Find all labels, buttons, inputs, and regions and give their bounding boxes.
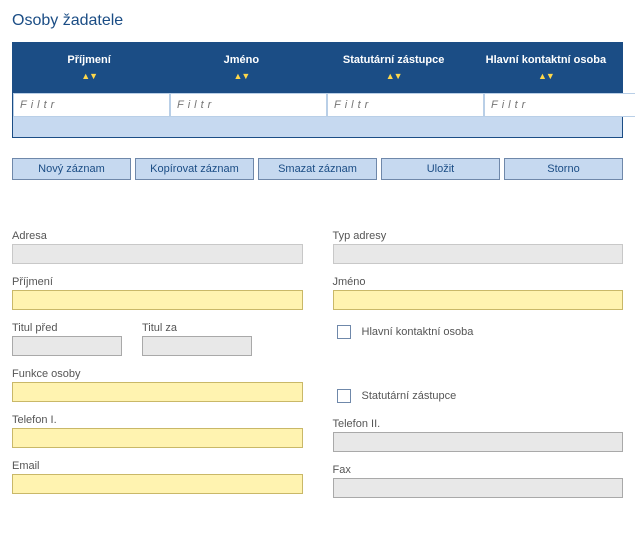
field-telefon2: Telefon II. bbox=[333, 418, 624, 452]
column-header-kontakt[interactable]: Hlavní kontaktní osoba ▲▼ bbox=[470, 43, 622, 93]
copy-record-button[interactable]: Kopírovat záznam bbox=[135, 158, 254, 180]
spacer bbox=[333, 354, 624, 380]
column-label: Jméno bbox=[224, 54, 259, 66]
column-label: Příjmení bbox=[67, 54, 110, 66]
checkbox-hlavni-kontakt[interactable] bbox=[337, 325, 351, 339]
sort-icons[interactable]: ▲▼ bbox=[324, 71, 464, 83]
sort-icons[interactable]: ▲▼ bbox=[171, 71, 311, 83]
data-grid: Příjmení ▲▼ Jméno ▲▼ Statutární zástupce… bbox=[12, 42, 623, 138]
field-titul-za: Titul za bbox=[142, 322, 252, 356]
label-fax: Fax bbox=[333, 464, 624, 476]
filter-input-statutarni[interactable] bbox=[327, 93, 484, 117]
field-telefon1: Telefon I. bbox=[12, 414, 303, 448]
input-titul-pred[interactable] bbox=[12, 336, 122, 356]
delete-record-button[interactable]: Smazat záznam bbox=[258, 158, 377, 180]
field-adresa: Adresa bbox=[12, 230, 303, 264]
label-email: Email bbox=[12, 460, 303, 472]
grid-empty-row bbox=[13, 117, 622, 137]
field-email: Email bbox=[12, 460, 303, 494]
input-prijmeni[interactable] bbox=[12, 290, 303, 310]
page-title: Osoby žadatele bbox=[12, 12, 623, 30]
input-telefon2[interactable] bbox=[333, 432, 624, 452]
label-typ-adresy: Typ adresy bbox=[333, 230, 624, 242]
sort-icons[interactable]: ▲▼ bbox=[19, 71, 159, 83]
input-jmeno[interactable] bbox=[333, 290, 624, 310]
filter-input-jmeno[interactable] bbox=[170, 93, 327, 117]
input-funkce-osoby[interactable] bbox=[12, 382, 303, 402]
label-adresa: Adresa bbox=[12, 230, 303, 242]
input-adresa bbox=[12, 244, 303, 264]
sort-icons[interactable]: ▲▼ bbox=[476, 71, 616, 83]
field-jmeno: Jméno bbox=[333, 276, 624, 310]
form-left-column: Adresa Příjmení Titul před Titul za Funk… bbox=[12, 230, 303, 510]
new-record-button[interactable]: Nový záznam bbox=[12, 158, 131, 180]
cancel-button[interactable]: Storno bbox=[504, 158, 623, 180]
field-statutarni-zastupce: Statutární zástupce bbox=[333, 386, 624, 406]
label-prijmeni: Příjmení bbox=[12, 276, 303, 288]
filter-input-kontakt[interactable] bbox=[484, 93, 635, 117]
label-statutarni-zastupce: Statutární zástupce bbox=[362, 390, 457, 402]
input-typ-adresy bbox=[333, 244, 624, 264]
titul-group: Titul před Titul za bbox=[12, 322, 303, 368]
column-label: Hlavní kontaktní osoba bbox=[486, 54, 606, 66]
field-funkce-osoby: Funkce osoby bbox=[12, 368, 303, 402]
grid-header-row: Příjmení ▲▼ Jméno ▲▼ Statutární zástupce… bbox=[13, 43, 622, 93]
label-titul-pred: Titul před bbox=[12, 322, 122, 334]
form: Adresa Příjmení Titul před Titul za Funk… bbox=[12, 230, 623, 510]
input-titul-za[interactable] bbox=[142, 336, 252, 356]
label-telefon2: Telefon II. bbox=[333, 418, 624, 430]
grid-filter-row bbox=[13, 93, 622, 117]
label-jmeno: Jméno bbox=[333, 276, 624, 288]
column-header-statutarni[interactable]: Statutární zástupce ▲▼ bbox=[318, 43, 470, 93]
field-typ-adresy: Typ adresy bbox=[333, 230, 624, 264]
input-email[interactable] bbox=[12, 474, 303, 494]
save-button[interactable]: Uložit bbox=[381, 158, 500, 180]
column-label: Statutární zástupce bbox=[343, 54, 444, 66]
label-telefon1: Telefon I. bbox=[12, 414, 303, 426]
field-titul-pred: Titul před bbox=[12, 322, 122, 356]
filter-input-prijmeni[interactable] bbox=[13, 93, 170, 117]
input-fax[interactable] bbox=[333, 478, 624, 498]
form-right-column: Typ adresy Jméno Hlavní kontaktní osoba … bbox=[333, 230, 624, 510]
label-funkce-osoby: Funkce osoby bbox=[12, 368, 303, 380]
toolbar: Nový záznam Kopírovat záznam Smazat zázn… bbox=[12, 158, 623, 180]
input-telefon1[interactable] bbox=[12, 428, 303, 448]
checkbox-statutarni-zastupce[interactable] bbox=[337, 389, 351, 403]
label-titul-za: Titul za bbox=[142, 322, 252, 334]
field-prijmeni: Příjmení bbox=[12, 276, 303, 310]
label-hlavni-kontakt: Hlavní kontaktní osoba bbox=[362, 326, 474, 338]
field-hlavni-kontakt: Hlavní kontaktní osoba bbox=[333, 322, 624, 342]
column-header-jmeno[interactable]: Jméno ▲▼ bbox=[165, 43, 317, 93]
column-header-prijmeni[interactable]: Příjmení ▲▼ bbox=[13, 43, 165, 93]
field-fax: Fax bbox=[333, 464, 624, 498]
